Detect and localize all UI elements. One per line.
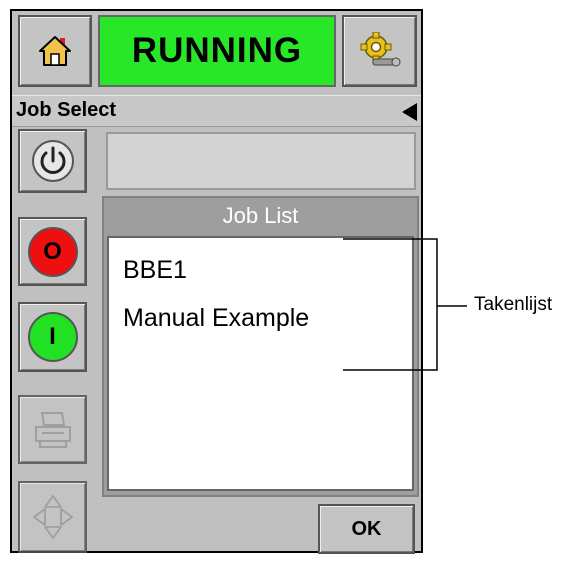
callout-label: Takenlijst [474,294,553,315]
callout-bracket [343,238,467,371]
